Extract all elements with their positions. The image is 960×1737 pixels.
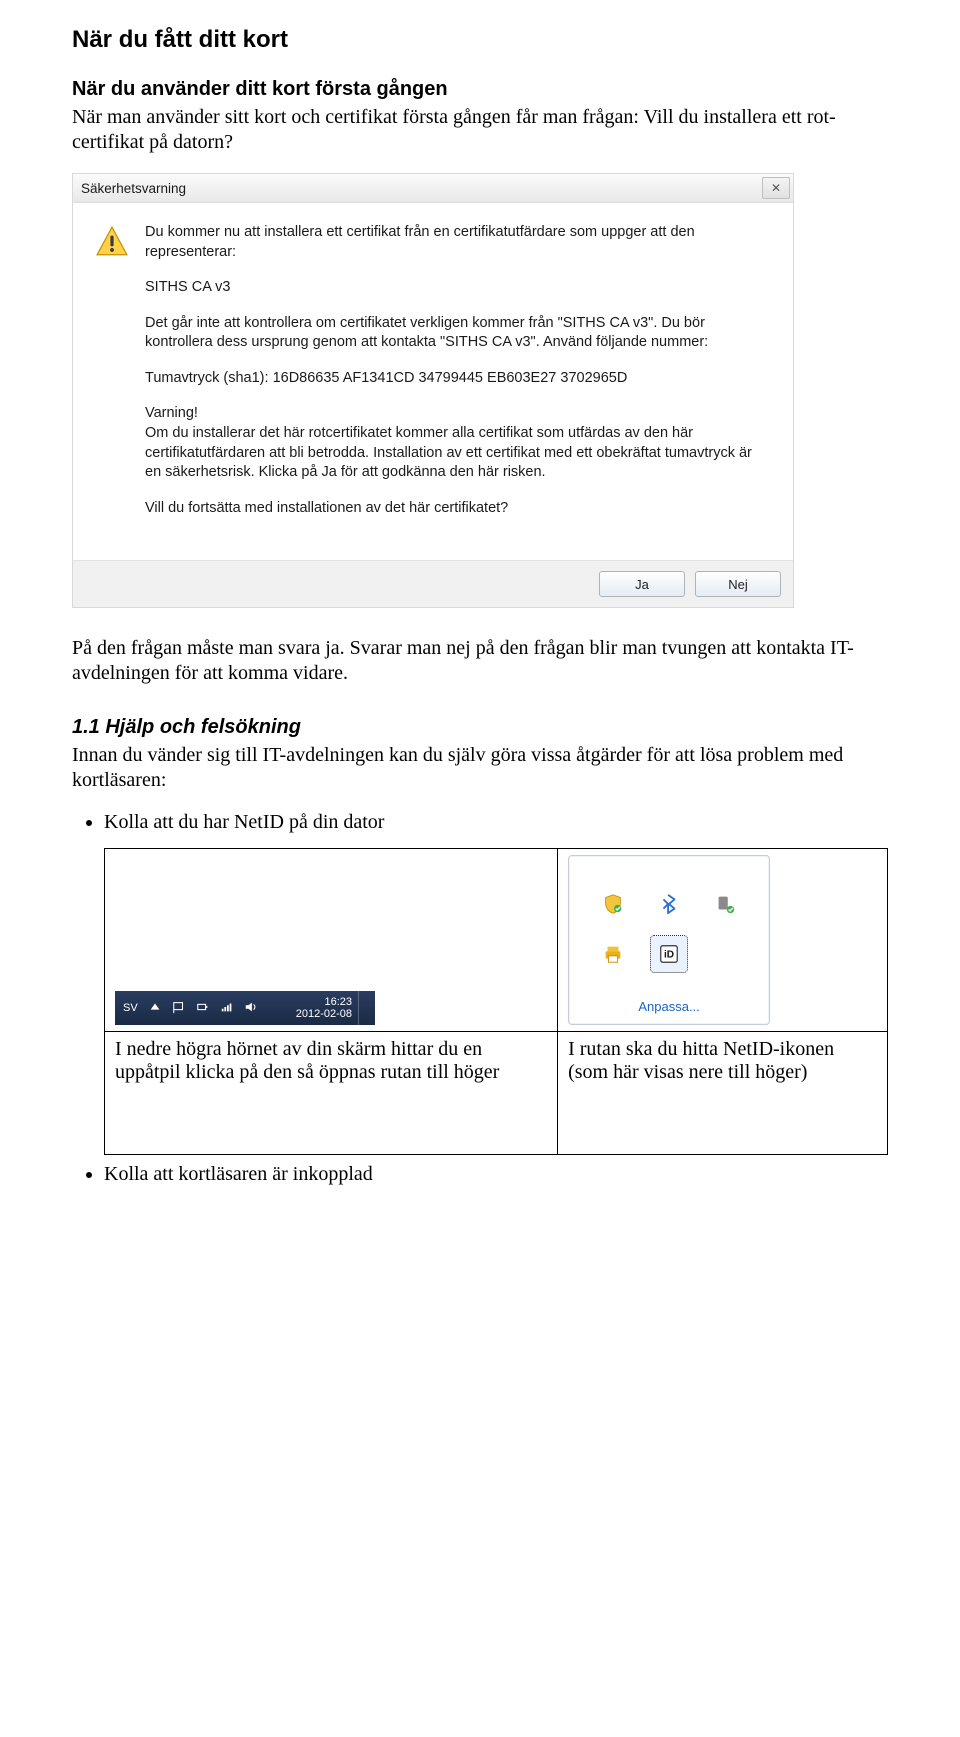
dialog-text-line: Det går inte att kontrollera om certifik…	[145, 314, 771, 353]
help-intro: Innan du vänder sig till IT-avdelningen …	[72, 743, 888, 793]
show-desktop-button[interactable]	[358, 991, 367, 1025]
bullet-item: Kolla att kortläsaren är inkopplad	[104, 1163, 888, 1186]
subsection-heading: När du använder ditt kort första gången	[72, 78, 888, 101]
security-warning-dialog: Säkerhetsvarning ✕ Du kommer nu att inst…	[72, 173, 794, 608]
battery-icon[interactable]	[196, 1000, 210, 1017]
taskbar-date: 2012-02-08	[296, 1008, 352, 1021]
tray-eject-icon[interactable]	[707, 886, 743, 922]
volume-icon[interactable]	[244, 1000, 258, 1017]
warning-icon	[95, 223, 135, 534]
tray-popup: iD Anpassa...	[568, 855, 770, 1025]
network-icon[interactable]	[220, 1000, 234, 1017]
taskbar-clip: SV	[115, 875, 375, 1025]
dialog-text-line: Du kommer nu att installera ett certifik…	[145, 223, 771, 262]
dialog-no-button[interactable]: Nej	[695, 571, 781, 597]
dialog-warning-body: Om du installerar det här rotcertifikate…	[145, 425, 752, 480]
taskbar: SV	[115, 991, 375, 1025]
tray-uparrow-icon[interactable]	[148, 1000, 162, 1017]
tray-customize-link[interactable]: Anpassa...	[569, 991, 769, 1024]
taskbar-screenshot-cell: SV	[105, 849, 558, 1032]
page-title: När du fått ditt kort	[72, 26, 888, 54]
right-caption: I rutan ska du hitta NetID-ikonen (som h…	[558, 1032, 888, 1155]
dialog-text-line: Tumavtryck (sha1): 16D86635 AF1341CD 347…	[145, 369, 771, 389]
taskbar-time: 16:23	[296, 996, 352, 1009]
tray-netid-icon[interactable]: iD	[651, 936, 687, 972]
dialog-message: Du kommer nu att installera ett certifik…	[135, 223, 771, 534]
dialog-button-bar: Ja Nej	[73, 560, 793, 607]
taskbar-language[interactable]: SV	[123, 1002, 138, 1014]
bullet-item: Kolla att du har NetID på din dator	[104, 811, 888, 834]
dialog-close-button[interactable]: ✕	[762, 177, 790, 199]
dialog-text-line: Vill du fortsätta med installationen av …	[145, 499, 771, 519]
left-caption: I nedre högra hörnet av din skärm hittar…	[105, 1032, 558, 1155]
dialog-text-line: Varning! Om du installerar det här rotce…	[145, 404, 771, 482]
tray-printer-icon[interactable]	[595, 936, 631, 972]
netid-label: iD	[664, 949, 674, 960]
tray-shield-icon[interactable]	[595, 886, 631, 922]
tray-screenshot-cell: iD Anpassa...	[558, 849, 888, 1032]
dialog-title: Säkerhetsvarning	[81, 181, 186, 196]
taskbar-clock[interactable]: 16:23 2012-02-08	[296, 996, 352, 1021]
intro-paragraph-2: På den frågan måste man svara ja. Svarar…	[72, 636, 888, 686]
dialog-yes-button[interactable]: Ja	[599, 571, 685, 597]
dialog-warning-label: Varning!	[145, 405, 198, 421]
flag-icon[interactable]	[172, 1000, 186, 1017]
close-icon: ✕	[771, 181, 781, 195]
intro-paragraph-1: När man använder sitt kort och certifika…	[72, 105, 888, 155]
dialog-text-line: SITHS CA v3	[145, 278, 771, 298]
tray-bluetooth-icon[interactable]	[651, 886, 687, 922]
dialog-titlebar: Säkerhetsvarning ✕	[73, 174, 793, 203]
help-section-heading: 1.1 Hjälp och felsökning	[72, 716, 888, 739]
screenshot-table: SV	[104, 848, 888, 1155]
